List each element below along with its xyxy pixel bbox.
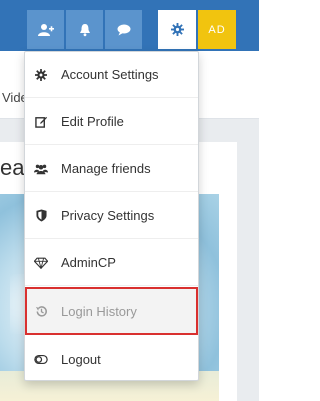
top-navbar: AD [0,0,259,51]
settings-dropdown-menu: Account Settings Edit Profile Manage fri… [24,51,199,381]
chat-icon [117,24,130,35]
menu-item-label: Privacy Settings [61,208,155,223]
notifications-button[interactable] [66,10,103,49]
avatar[interactable]: AD [198,10,236,49]
menu-item-label: AdminCP [61,255,116,270]
toggle-icon [34,352,48,366]
menu-item-label: Account Settings [61,67,159,82]
gear-icon [34,68,48,82]
diamond-icon [34,256,48,270]
menu-item-edit-profile[interactable]: Edit Profile [25,99,198,145]
history-icon [34,304,48,318]
menu-item-label: Edit Profile [61,114,124,129]
menu-item-logout[interactable]: Logout [25,336,198,382]
menu-item-account-settings[interactable]: Account Settings [25,52,198,98]
friend-requests-button[interactable] [27,10,64,49]
menu-item-label: Manage friends [61,161,151,176]
settings-button[interactable] [158,10,196,49]
menu-item-label: Login History [61,303,137,319]
menu-item-label: Logout [61,351,101,367]
users-icon [34,162,48,176]
menu-item-login-history[interactable]: Login History [25,287,198,335]
menu-item-manage-friends[interactable]: Manage friends [25,146,198,192]
messages-button[interactable] [105,10,142,49]
edit-icon [34,115,48,129]
shield-icon [34,209,48,223]
avatar-initials: AD [208,23,226,36]
bell-icon [79,23,90,36]
menu-item-admincp[interactable]: AdminCP [25,240,198,286]
menu-item-privacy-settings[interactable]: Privacy Settings [25,193,198,239]
gear-icon [170,23,184,36]
add-user-icon [37,23,54,36]
